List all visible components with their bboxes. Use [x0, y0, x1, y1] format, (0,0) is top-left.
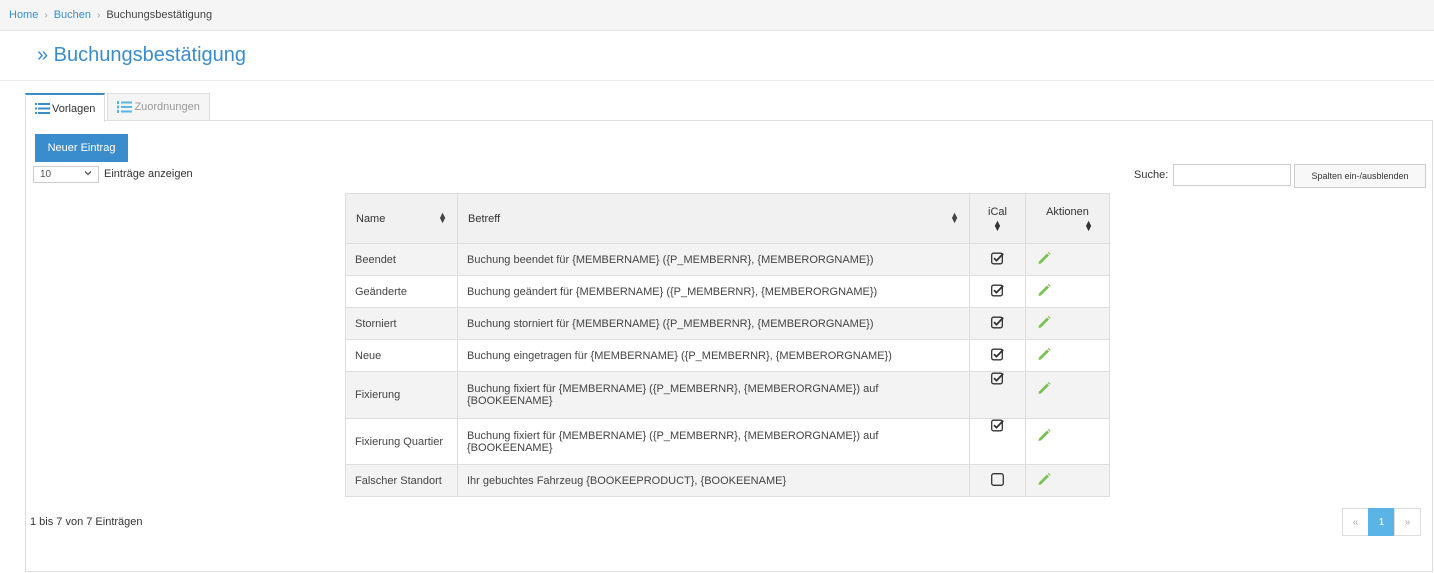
page-length-select[interactable]: 10 — [33, 166, 99, 183]
column-header-betreff[interactable]: Betreff ▲ ▼ — [457, 193, 970, 244]
table-row: Neue Buchung eingetragen für {MEMBERNAME}… — [345, 339, 1110, 372]
pencil-icon[interactable] — [1036, 471, 1052, 487]
breadcrumb-separator: › — [97, 9, 101, 21]
table-info: 1 bis 7 von 7 Einträgen — [30, 516, 143, 528]
tab-zuordnungen[interactable]: Zuordnungen — [107, 93, 210, 120]
breadcrumb-buchen[interactable]: Buchen — [54, 9, 91, 21]
breadcrumb-current: Buchungsbestätigung — [106, 9, 213, 21]
cell-name: Geänderte — [345, 275, 458, 308]
cell-actions — [1025, 275, 1110, 308]
pencil-icon[interactable] — [1036, 346, 1052, 362]
table-row: Fixierung Buchung fixiert für {MEMBERNAME… — [345, 371, 1110, 419]
templates-table: Name ▲ ▼ Betreff ▲ ▼ iCal ▲ ▼ Aktionen ▲ ▼ B… — [345, 193, 1110, 497]
pencil-icon[interactable] — [1036, 427, 1052, 443]
pencil-icon[interactable] — [1036, 380, 1052, 396]
pencil-icon[interactable] — [1036, 282, 1052, 298]
checkbox-checked-icon — [991, 419, 1004, 432]
pagination-next[interactable]: » — [1394, 508, 1421, 536]
table-row: Falscher Standort Ihr gebuchtes Fahrzeug … — [345, 464, 1110, 497]
cell-actions — [1025, 418, 1110, 465]
table-row: Beendet Buchung beendet für {MEMBERNAME} … — [345, 243, 1110, 276]
title-divider — [0, 80, 1434, 81]
cell-betreff: Ihr gebuchtes Fahrzeug {BOOKEEPRODUCT}, … — [457, 464, 970, 497]
cell-betreff: Buchung storniert für {MEMBERNAME} ({P_M… — [457, 307, 970, 340]
chevron-down-icon — [84, 169, 92, 179]
sort-icon: ▲ ▼ — [950, 210, 959, 225]
cell-name: Falscher Standort — [345, 464, 458, 497]
cell-ical — [969, 418, 1026, 465]
sort-icon: ▲ ▼ — [1084, 218, 1093, 233]
breadcrumb: Home › Buchen › Buchungsbestätigung — [0, 0, 1434, 31]
new-entry-button[interactable]: Neuer Eintrag — [35, 134, 128, 162]
tab-label: Vorlagen — [52, 102, 96, 115]
cell-actions — [1025, 307, 1110, 340]
pagination-page[interactable]: 1 — [1368, 508, 1395, 536]
cell-name: Fixierung — [345, 371, 458, 419]
cell-ical — [969, 371, 1026, 419]
cell-actions — [1025, 464, 1110, 497]
table-row: Fixierung Quartier Buchung fixiert für {M… — [345, 418, 1110, 465]
sort-icon: ▲ ▼ — [993, 218, 1002, 233]
tab-label: Zuordnungen — [134, 101, 200, 113]
checkbox-checked-icon — [991, 316, 1004, 329]
cell-actions — [1025, 339, 1110, 372]
checkbox-checked-icon — [991, 348, 1004, 361]
column-header-name[interactable]: Name ▲ ▼ — [345, 193, 458, 244]
search-input[interactable] — [1173, 164, 1291, 186]
breadcrumb-separator: › — [44, 9, 48, 21]
column-header-ical[interactable]: iCal ▲ ▼ — [969, 193, 1026, 244]
pencil-icon[interactable] — [1036, 314, 1052, 330]
cell-actions — [1025, 243, 1110, 276]
cell-name: Fixierung Quartier — [345, 418, 458, 465]
cell-ical — [969, 464, 1026, 497]
cell-betreff: Buchung fixiert für {MEMBERNAME} ({P_MEM… — [457, 371, 970, 419]
ordered-list-icon — [117, 101, 133, 113]
cell-ical — [969, 339, 1026, 372]
cell-name: Storniert — [345, 307, 458, 340]
search-label: Suche: — [1134, 169, 1169, 181]
column-visibility-button[interactable]: Spalten ein-/ausblenden — [1294, 164, 1426, 188]
cell-betreff: Buchung fixiert für {MEMBERNAME} ({P_MEM… — [457, 418, 970, 465]
cell-betreff: Buchung geändert für {MEMBERNAME} ({P_ME… — [457, 275, 970, 308]
cell-betreff: Buchung beendet für {MEMBERNAME} ({P_MEM… — [457, 243, 970, 276]
list-icon — [35, 103, 50, 114]
column-header-aktionen[interactable]: Aktionen ▲ ▼ — [1025, 193, 1110, 244]
cell-name: Beendet — [345, 243, 458, 276]
sort-icon: ▲ ▼ — [438, 210, 447, 225]
tab-bar: Vorlagen Zuordnungen — [25, 93, 210, 122]
checkbox-checked-icon — [991, 284, 1004, 297]
breadcrumb-home[interactable]: Home — [9, 9, 38, 21]
pencil-icon[interactable] — [1036, 250, 1052, 266]
page-length-value: 10 — [40, 169, 52, 180]
checkbox-checked-icon — [991, 252, 1004, 265]
table-row: Geänderte Buchung geändert für {MEMBERNAM… — [345, 275, 1110, 308]
tab-vorlagen[interactable]: Vorlagen — [25, 93, 106, 122]
cell-actions — [1025, 371, 1110, 419]
cell-ical — [969, 243, 1026, 276]
cell-betreff: Buchung eingetragen für {MEMBERNAME} ({P… — [457, 339, 970, 372]
table-row: Storniert Buchung storniert für {MEMBERNA… — [345, 307, 1110, 340]
pagination: « 1 » — [1342, 508, 1421, 536]
cell-ical — [969, 275, 1026, 308]
cell-ical — [969, 307, 1026, 340]
checkbox-checked-icon — [991, 372, 1004, 385]
pagination-previous[interactable]: « — [1342, 508, 1369, 536]
checkbox-empty-icon — [991, 472, 1004, 486]
cell-name: Neue — [345, 339, 458, 372]
page-title: » Buchungsbestätigung — [37, 44, 247, 66]
page-length-label: Einträge anzeigen — [104, 168, 193, 180]
